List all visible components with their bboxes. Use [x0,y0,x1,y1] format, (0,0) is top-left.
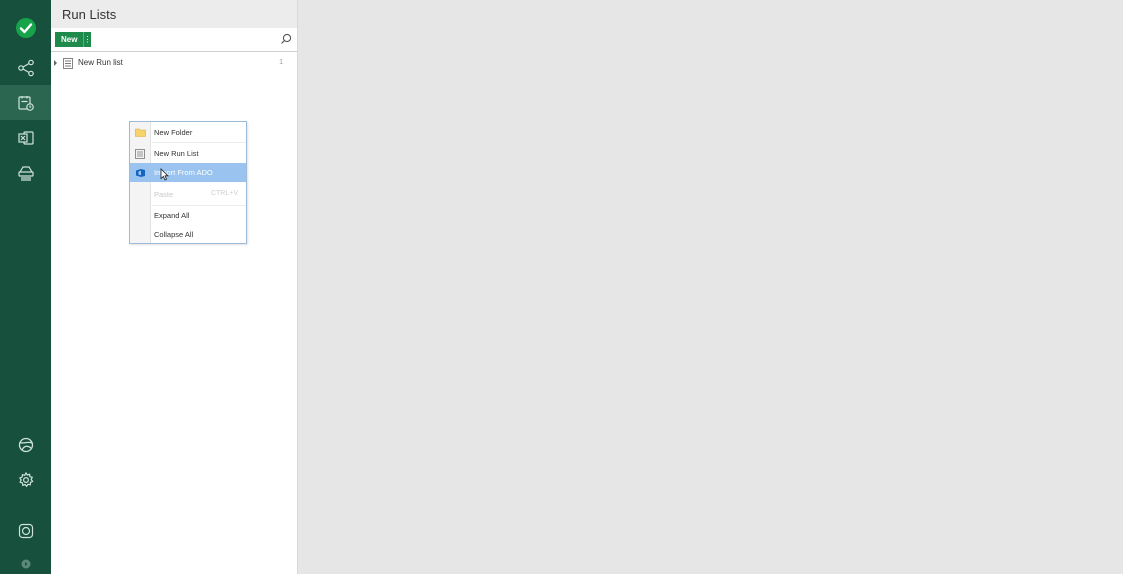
status-button[interactable] [0,10,51,45]
folder-icon [134,128,146,137]
mouse-cursor-icon [160,168,169,181]
menu-separator [152,142,246,143]
globe-icon [18,437,33,452]
status-check-icon [15,17,36,38]
context-menu: New Folder New Run List Import From ADO … [129,121,247,244]
expand-arrow-icon[interactable] [54,60,57,66]
expand-icon [21,559,30,569]
menu-item-label: Paste [154,190,174,199]
list-icon [135,148,145,159]
new-button[interactable]: New ⋮ [55,32,92,47]
help-icon [18,523,33,538]
new-button-label: New [61,35,78,44]
tree-item-count: 1 [279,59,283,66]
menu-item-label: New Run List [154,149,199,158]
menu-item-label: New Folder [154,128,193,137]
menu-item-label: Collapse All [154,230,194,239]
ado-icon [135,168,145,177]
nav-item-drive[interactable] [0,155,51,190]
run-lists-panel: Run Lists New ⋮ New Run list 1 [51,0,298,574]
nav-item-run-lists[interactable] [0,85,51,120]
nav-item-help[interactable] [0,513,51,548]
nav-rail [0,0,51,574]
tree-item-label: New Run list [78,58,123,67]
drive-icon [17,165,34,181]
nav-expand-button[interactable] [0,554,51,574]
menu-item-shortcut: CTRL+V [210,190,238,197]
nav-item-globe[interactable] [0,427,51,462]
menu-item-paste[interactable]: Paste CTRL+V [130,185,246,204]
nav-item-settings[interactable] [0,462,51,497]
nav-item-network[interactable] [0,50,51,85]
menu-item-expand-all[interactable]: Expand All [130,206,246,225]
menu-item-new-run-list[interactable]: New Run List [130,144,246,163]
run-lists-icon [17,95,34,111]
new-button-more-icon[interactable]: ⋮ [83,32,92,47]
panel-header: Run Lists [51,0,297,28]
menu-item-collapse-all[interactable]: Collapse All [130,225,246,244]
excel-icon [17,130,34,145]
run-list-icon [63,58,73,69]
menu-item-import-from-ado[interactable]: Import From ADO [130,163,246,182]
nav-item-excel[interactable] [0,120,51,155]
network-icon [17,59,34,76]
menu-item-new-folder[interactable]: New Folder [130,123,246,142]
menu-item-label: Expand All [154,211,190,220]
panel-toolbar: New ⋮ [51,28,297,52]
page-title: Run Lists [62,6,117,22]
gear-icon [18,471,34,487]
tree-item[interactable]: New Run list 1 [51,57,297,71]
search-icon[interactable] [280,33,292,45]
